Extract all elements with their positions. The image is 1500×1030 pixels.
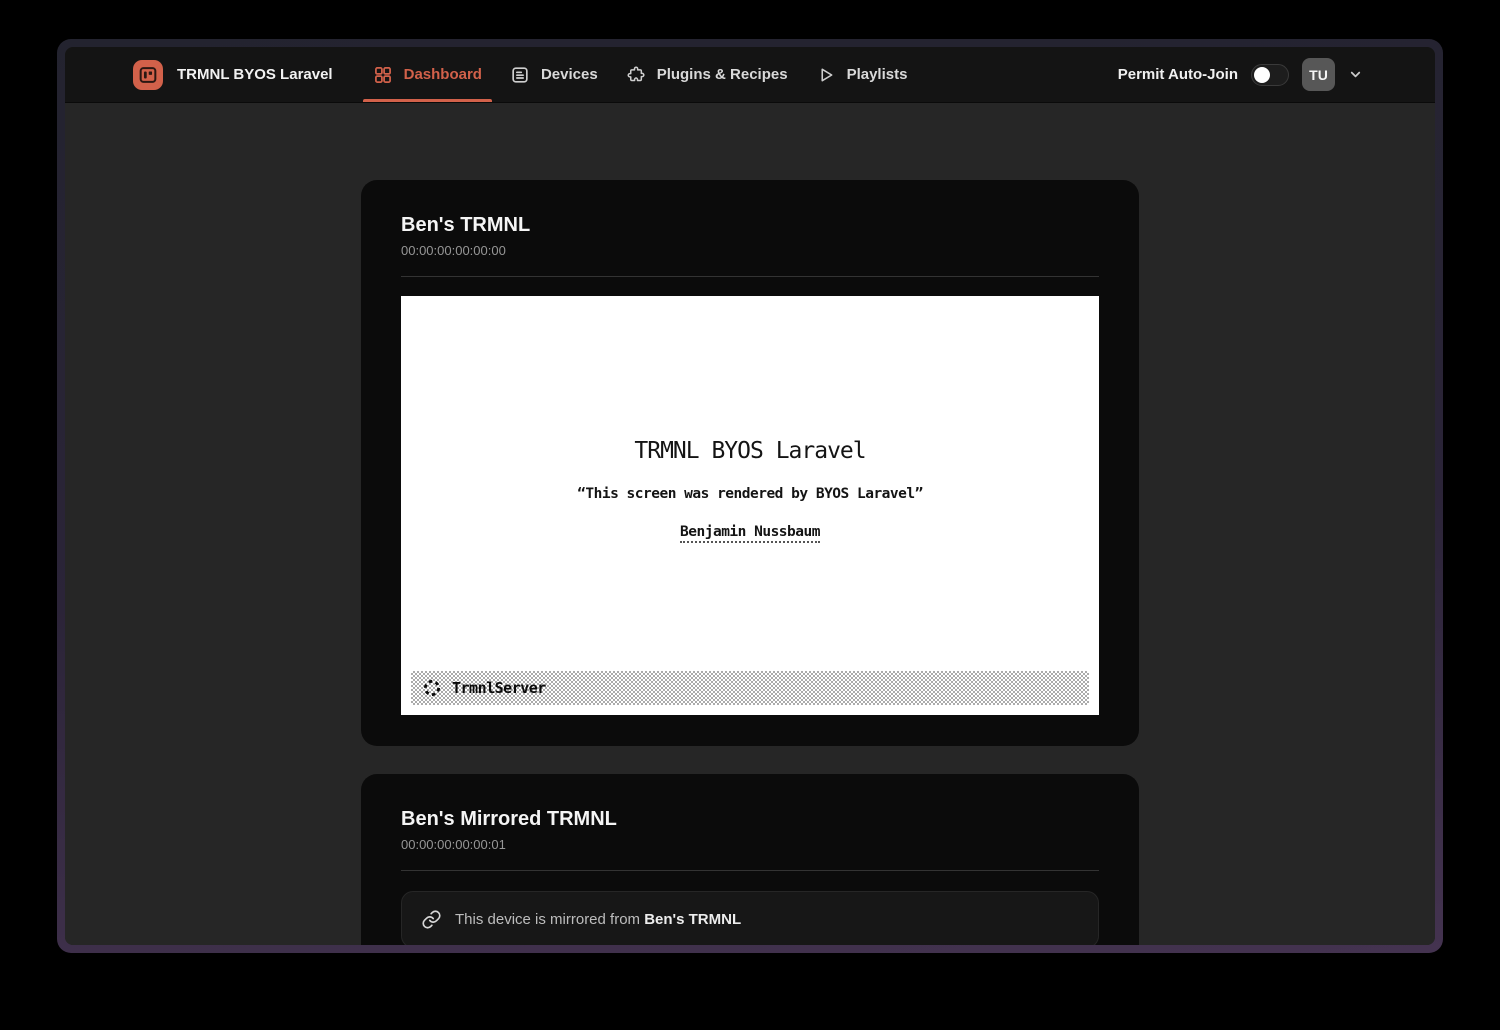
app-surface: TRMNL BYOS Laravel Dashboard — [65, 47, 1435, 945]
screen-quote: “This screen was rendered by BYOS Larave… — [401, 486, 1099, 502]
divider — [401, 276, 1099, 277]
device-mac: 00:00:00:00:00:01 — [401, 837, 1099, 853]
permit-auto-join-label: Permit Auto-Join — [1118, 66, 1238, 83]
trmnl-logo-icon — [133, 60, 163, 90]
nav-tabs: Dashboard Devices — [363, 47, 918, 102]
permit-auto-join-toggle[interactable] — [1251, 64, 1289, 86]
grid-icon — [373, 65, 393, 85]
dashboard-main: Ben's TRMNL 00:00:00:00:00:00 TRMNL BYOS… — [65, 103, 1435, 945]
tab-label: Playlists — [847, 66, 908, 83]
spinner-icon — [422, 678, 442, 698]
server-badge-label: TrmnlServer — [452, 679, 546, 697]
tab-label: Dashboard — [404, 66, 482, 83]
divider — [401, 870, 1099, 871]
screen-author: Benjamin Nussbaum — [401, 523, 1099, 541]
app-window: TRMNL BYOS Laravel Dashboard — [57, 39, 1443, 953]
mirror-source-name: Ben's TRMNL — [644, 911, 741, 928]
tab-playlists[interactable]: Playlists — [806, 47, 918, 102]
toggle-knob — [1254, 67, 1270, 83]
device-name: Ben's TRMNL — [401, 212, 1099, 238]
device-list-icon — [510, 65, 530, 85]
puzzle-icon — [626, 65, 646, 85]
nav-right-controls: Permit Auto-Join TU — [1118, 47, 1363, 102]
mirror-notice: This device is mirrored from Ben's TRMNL — [401, 891, 1099, 945]
device-card-bens-trmnl: Ben's TRMNL 00:00:00:00:00:00 TRMNL BYOS… — [361, 180, 1139, 746]
screen-title: TRMNL BYOS Laravel — [401, 438, 1099, 464]
play-icon — [816, 65, 836, 85]
tab-dashboard[interactable]: Dashboard — [363, 47, 492, 102]
user-avatar[interactable]: TU — [1302, 58, 1335, 91]
device-mac: 00:00:00:00:00:00 — [401, 243, 1099, 259]
chevron-down-icon[interactable] — [1348, 67, 1363, 82]
link-icon — [421, 909, 442, 930]
screen-status-bar: TrmnlServer — [411, 671, 1089, 705]
device-name: Ben's Mirrored TRMNL — [401, 806, 1099, 832]
tab-devices[interactable]: Devices — [500, 47, 608, 102]
screen-content: TRMNL BYOS Laravel “This screen was rend… — [401, 438, 1099, 541]
tab-label: Plugins & Recipes — [657, 66, 788, 83]
top-nav: TRMNL BYOS Laravel Dashboard — [65, 47, 1435, 103]
app-title: TRMNL BYOS Laravel — [177, 66, 333, 83]
mirror-notice-text: This device is mirrored from Ben's TRMNL — [455, 911, 741, 928]
device-screen-preview: TRMNL BYOS Laravel “This screen was rend… — [401, 296, 1099, 715]
tab-plugins-recipes[interactable]: Plugins & Recipes — [616, 47, 798, 102]
brand: TRMNL BYOS Laravel — [133, 47, 333, 102]
device-card-bens-mirrored-trmnl: Ben's Mirrored TRMNL 00:00:00:00:00:01 T… — [361, 774, 1139, 945]
tab-label: Devices — [541, 66, 598, 83]
